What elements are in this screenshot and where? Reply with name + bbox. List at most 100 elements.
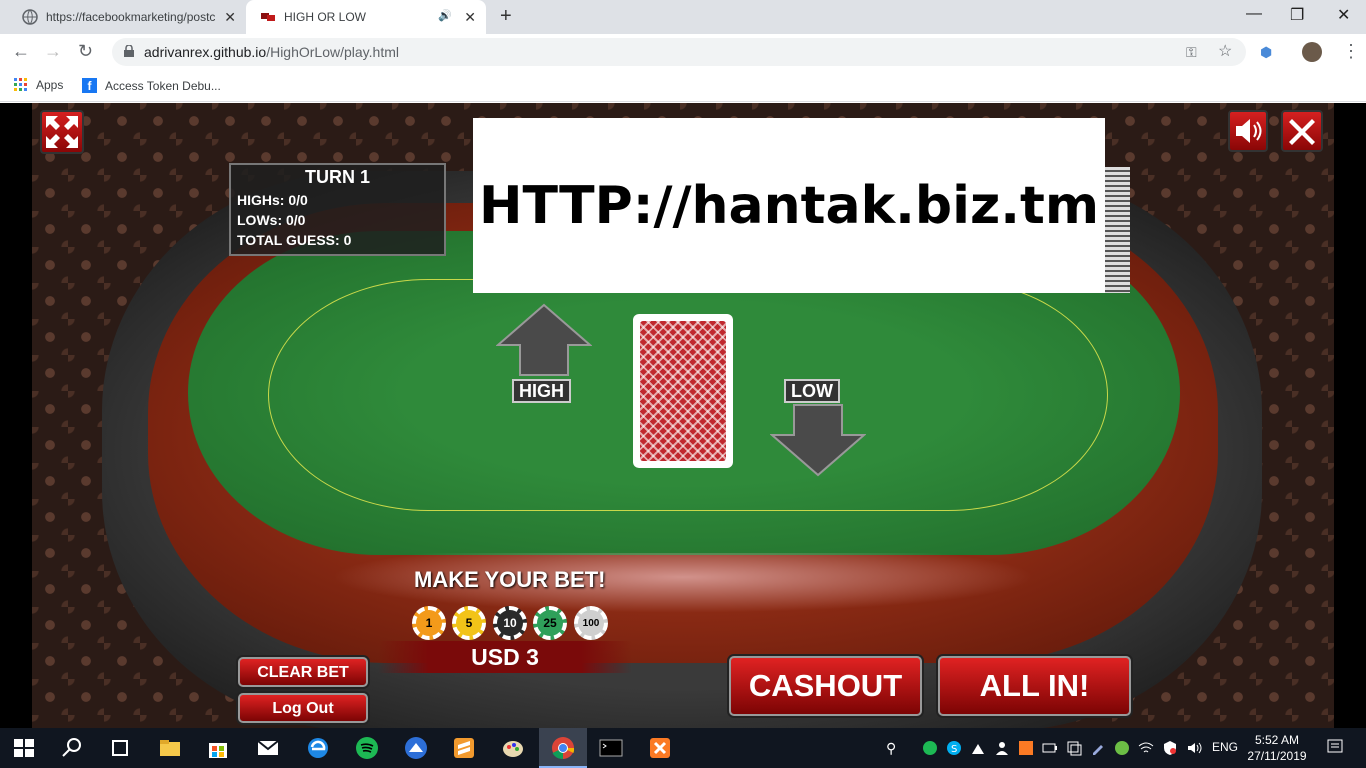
lows-count: LOWs: 0/0 <box>237 212 306 228</box>
clear-bet-button[interactable]: CLEAR BET <box>238 657 368 687</box>
low-button[interactable]: LOW <box>770 377 866 479</box>
forward-icon[interactable]: → <box>44 41 62 62</box>
battery-icon[interactable] <box>1042 740 1058 756</box>
chrome-taskbar-active[interactable] <box>539 728 587 768</box>
bookmark-label: Access Token Debu... <box>105 78 221 93</box>
facebook-icon: f <box>82 78 97 93</box>
reload-icon[interactable]: ↻ <box>78 41 93 62</box>
avatar[interactable] <box>1302 42 1322 62</box>
minimize-icon[interactable]: — <box>1246 5 1262 23</box>
close-game-button[interactable] <box>1281 110 1323 152</box>
vpn-tray-icon[interactable] <box>970 740 986 756</box>
skype-icon[interactable]: S <box>946 740 962 756</box>
xampp-icon[interactable] <box>648 736 672 760</box>
tab-title: HIGH OR LOW <box>284 10 367 24</box>
task-view-icon[interactable] <box>108 736 132 760</box>
clock-date: 27/11/2019 <box>1247 749 1307 763</box>
speaker-icon <box>1236 119 1262 143</box>
chip-10[interactable]: 10 <box>493 606 527 640</box>
bookmark-label: Apps <box>36 78 64 92</box>
mail-icon[interactable] <box>256 736 280 760</box>
user-tray-icon[interactable] <box>994 740 1010 756</box>
total-guess-count: TOTAL GUESS: 0 <box>237 232 352 248</box>
back-icon[interactable]: ← <box>12 41 30 62</box>
card-deck <box>1104 167 1130 293</box>
speaker-icon[interactable]: 🔊 <box>438 9 452 22</box>
close-icon <box>1289 119 1315 145</box>
key-icon[interactable]: ⚿ <box>1186 44 1197 61</box>
wifi-icon[interactable] <box>1138 740 1154 756</box>
chip-label: 10 <box>503 616 517 630</box>
spotify-tray-icon[interactable] <box>922 740 938 756</box>
apps-grid-icon <box>14 78 27 91</box>
people-icon[interactable]: ⚲ <box>886 740 902 756</box>
chip-label: 25 <box>543 616 557 630</box>
high-button[interactable]: HIGH <box>496 303 592 405</box>
file-explorer-icon[interactable] <box>158 736 182 760</box>
chip-25[interactable]: 25 <box>533 606 567 640</box>
bookmark-access-token[interactable]: f Access Token Debu... <box>82 78 221 93</box>
volume-icon[interactable] <box>1186 740 1202 756</box>
fullscreen-button[interactable] <box>40 110 84 154</box>
clock-time: 5:52 AM <box>1254 733 1300 747</box>
browser-tab-bar: https://facebookmarketing/postc ✕ HIGH O… <box>0 0 1366 34</box>
browser-toolbar: ← → ↻ adrivanrex.github.io/HighOrLow/pla… <box>0 34 1366 70</box>
tab-title: https://facebookmarketing/postc <box>46 10 216 24</box>
window-close-icon[interactable]: ✕ <box>1337 5 1350 25</box>
language-indicator[interactable]: ENG <box>1212 740 1238 754</box>
chip-5[interactable]: 5 <box>452 606 486 640</box>
bet-amount: USD 3 <box>378 641 632 673</box>
low-label: LOW <box>784 379 840 403</box>
menu-icon[interactable]: ⋮ <box>1342 41 1360 62</box>
cards-icon <box>261 13 275 21</box>
cashout-button[interactable]: CASHOUT <box>729 656 922 716</box>
edge-icon[interactable] <box>306 736 330 760</box>
windows-taskbar: ⚲ S ENG 5:52 AM 27/11/2019 <box>0 728 1366 768</box>
globe-icon <box>22 9 38 25</box>
star-icon[interactable]: ☆ <box>1218 41 1232 61</box>
down-arrow-icon <box>770 404 866 477</box>
card-back <box>633 314 733 468</box>
close-icon[interactable]: ✕ <box>224 9 236 26</box>
url-host: adrivanrex.github.io <box>144 44 267 60</box>
windows-start-icon[interactable] <box>12 736 36 760</box>
xampp-tray-icon[interactable] <box>1018 740 1034 756</box>
terminal-icon[interactable] <box>599 736 623 760</box>
close-icon[interactable]: ✕ <box>464 9 476 26</box>
sublime-icon[interactable] <box>452 736 476 760</box>
tab-high-or-low[interactable]: HIGH OR LOW 🔊 ✕ <box>246 0 486 34</box>
tab-facebookmarketing[interactable]: https://facebookmarketing/postc ✕ <box>8 0 246 34</box>
stats-panel: TURN 1 HIGHs: 0/0 LOWs: 0/0 TOTAL GUESS:… <box>229 163 446 256</box>
watermark-overlay: HTTP://hantak.biz.tm <box>473 118 1105 293</box>
notifications-icon[interactable] <box>1326 738 1344 756</box>
highs-count: HIGHs: 0/0 <box>237 192 308 208</box>
chip-100[interactable]: 100 <box>574 606 608 640</box>
security-icon[interactable] <box>1162 740 1178 756</box>
new-tab-button[interactable]: + <box>500 5 512 28</box>
svg-text:S: S <box>951 744 957 755</box>
logout-button[interactable]: Log Out <box>238 693 368 723</box>
chrome-icon <box>552 737 575 760</box>
chip-1[interactable]: 1 <box>412 606 446 640</box>
all-in-button[interactable]: ALL IN! <box>938 656 1131 716</box>
clock[interactable]: 5:52 AM 27/11/2019 <box>1246 732 1308 764</box>
paint-icon[interactable] <box>501 736 525 760</box>
windows-tray-icon[interactable] <box>1066 740 1082 756</box>
address-bar[interactable]: adrivanrex.github.io/HighOrLow/play.html <box>112 38 1246 66</box>
high-label: HIGH <box>512 379 571 403</box>
sound-button[interactable] <box>1228 110 1268 152</box>
restore-icon[interactable]: ❐ <box>1290 5 1304 25</box>
make-bet-label: MAKE YOUR BET! <box>414 567 606 592</box>
lock-icon <box>124 45 134 57</box>
extension-icon[interactable]: ⬢ <box>1260 44 1272 61</box>
store-icon[interactable] <box>206 736 230 760</box>
chip-label: 1 <box>425 616 433 630</box>
pen-icon[interactable] <box>1090 740 1106 756</box>
spotify-icon[interactable] <box>355 736 379 760</box>
vpn-icon[interactable] <box>404 736 428 760</box>
torrent-icon[interactable] <box>1114 740 1130 756</box>
turn-label: TURN 1 <box>304 167 370 187</box>
game-canvas: TURN 1 HIGHs: 0/0 LOWs: 0/0 TOTAL GUESS:… <box>0 103 1366 728</box>
search-icon[interactable] <box>60 736 84 760</box>
bookmark-apps[interactable]: Apps <box>14 78 63 92</box>
